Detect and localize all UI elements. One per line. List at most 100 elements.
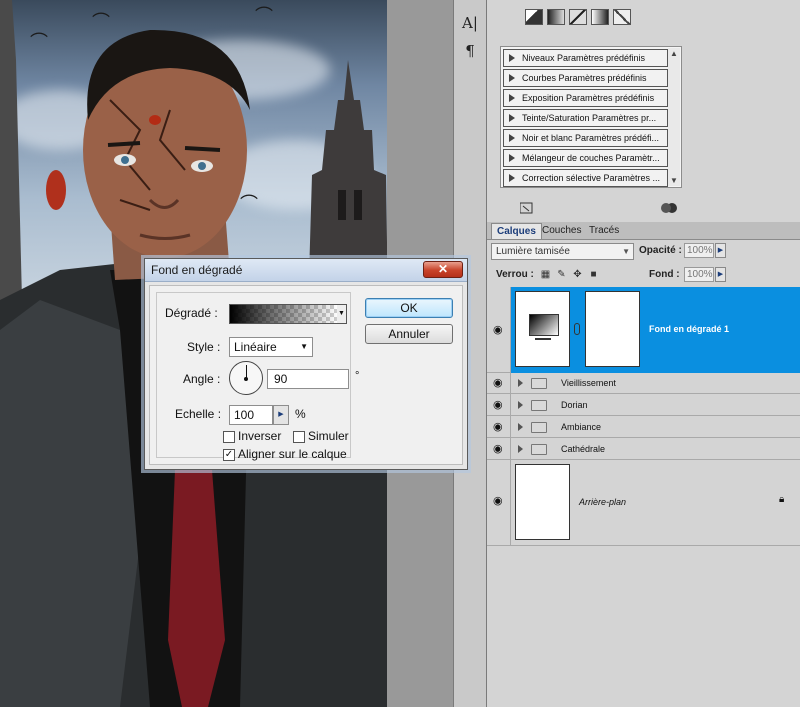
scale-label: Echelle : (175, 407, 222, 421)
layer-name: Fond en dégradé 1 (649, 324, 730, 334)
lock-icon: 🔒︎ (779, 494, 785, 505)
scroll-up-icon[interactable]: ▲ (670, 49, 678, 58)
arrow-icon (522, 205, 530, 212)
gradient-map-icon[interactable] (591, 9, 609, 25)
opacity-label: Opacité : (639, 245, 682, 256)
expand-arrow-icon[interactable] (518, 423, 523, 431)
gradient-fill-thumbnail (515, 291, 570, 367)
gradient-swatch[interactable] (229, 304, 339, 324)
opacity-input[interactable]: 100% (684, 243, 714, 258)
layer-name: Cathédrale (561, 444, 606, 454)
lock-all-icon[interactable]: ■ (588, 269, 599, 280)
gradient-icon (529, 314, 559, 336)
preset-item[interactable]: Correction sélective Paramètres ... (503, 169, 668, 187)
preset-label: Exposition Paramètres prédéfinis (522, 93, 655, 103)
folder-icon (531, 444, 547, 455)
angle-dial[interactable] (229, 361, 263, 395)
layer-name: Arrière-plan (579, 497, 627, 507)
tab-layers[interactable]: Calques (491, 223, 542, 239)
angle-center (244, 377, 248, 381)
expand-arrow-icon[interactable] (518, 401, 523, 409)
folder-icon (531, 378, 547, 389)
levels-icon[interactable] (547, 9, 565, 25)
dialog-body: Dégradé : ▼ Style : Linéaire ▼ Angle : 9… (149, 285, 463, 465)
eye-icon[interactable]: ◉ (493, 324, 507, 336)
scale-input[interactable]: 100 (229, 405, 273, 425)
expand-arrow-icon (509, 114, 515, 122)
panel-footer-icons-graphic (519, 202, 677, 214)
expand-arrow-icon[interactable] (518, 379, 523, 387)
panel-footer-icons (519, 202, 680, 219)
preset-item[interactable]: Niveaux Paramètres prédéfinis (503, 49, 668, 67)
eye-icon[interactable]: ◉ (493, 399, 507, 411)
lock-position-icon[interactable]: ✥ (572, 269, 583, 280)
angle-input[interactable]: 90 (267, 369, 349, 389)
preset-label: Courbes Paramètres prédéfinis (522, 73, 647, 83)
layer-row-group[interactable]: ◉ Dorian (487, 394, 800, 416)
layer-row-gradient-fill[interactable]: ◉ Fond en dégradé 1 (487, 287, 800, 373)
fill-label: Fond : (649, 269, 680, 280)
folder-icon (531, 422, 547, 433)
selective-color-icon[interactable] (613, 9, 631, 25)
invert-checkbox[interactable] (223, 431, 235, 443)
tab-channels[interactable]: Couches (537, 223, 586, 238)
layer-row-background[interactable]: ◉ Arrière-plan 🔒︎ (487, 460, 800, 546)
preset-item[interactable]: Exposition Paramètres prédéfinis (503, 89, 668, 107)
tab-paths[interactable]: Tracés (584, 223, 624, 238)
presets-scrollbar[interactable]: ▲ ▼ (668, 48, 680, 186)
eye-icon[interactable]: ◉ (493, 421, 507, 433)
adjustment-presets-list[interactable]: Niveaux Paramètres prédéfinis Courbes Pa… (500, 46, 682, 188)
angle-unit: ° (355, 370, 360, 382)
folder-icon (531, 400, 547, 411)
character-panel-icon[interactable]: A| (458, 12, 482, 34)
paragraph-panel-icon[interactable]: ¶ (458, 40, 482, 62)
preset-label: Niveaux Paramètres prédéfinis (522, 53, 646, 63)
dither-checkbox[interactable] (293, 431, 305, 443)
bird-icon: ⌒ (240, 194, 258, 215)
preset-item[interactable]: Noir et blanc Paramètres prédéfi... (503, 129, 668, 147)
curves-icon[interactable] (569, 9, 587, 25)
align-with-layer-label: Aligner sur le calque (238, 447, 347, 461)
blend-mode-select[interactable]: Lumière tamisée ▼ (491, 243, 634, 260)
scale-slider-button[interactable]: ▶ (273, 405, 289, 425)
bird-icon: ⌒ (255, 6, 273, 27)
bird-icon: ⌒ (92, 12, 110, 33)
eye-icon[interactable]: ◉ (493, 377, 507, 389)
dialog-title: Fond en dégradé (151, 263, 243, 277)
preset-item[interactable]: Teinte/Saturation Paramètres pr... (503, 109, 668, 127)
layer-row-group[interactable]: ◉ Vieillissement (487, 373, 800, 394)
fill-slider-button[interactable]: ▶ (715, 267, 726, 282)
eye-icon[interactable]: ◉ (493, 443, 507, 455)
close-button[interactable]: ✕ (423, 261, 463, 278)
eye-icon[interactable]: ◉ (493, 495, 507, 507)
preset-item[interactable]: Mélangeur de couches Paramètr... (503, 149, 668, 167)
scale-unit: % (295, 407, 306, 421)
lock-transparency-icon[interactable]: ▦ (540, 269, 551, 280)
dither-label: Simuler (308, 429, 349, 443)
fill-input[interactable]: 100% (684, 267, 714, 282)
layer-row-group[interactable]: ◉ Ambiance (487, 416, 800, 438)
align-with-layer-checkbox[interactable]: ✓ (223, 449, 235, 461)
gradient-label: Dégradé : (165, 306, 218, 320)
preset-item[interactable]: Courbes Paramètres prédéfinis (503, 69, 668, 87)
layer-name: Dorian (561, 400, 588, 410)
dialog-titlebar[interactable]: Fond en dégradé ✕ (145, 259, 467, 282)
opacity-slider-button[interactable]: ▶ (715, 243, 726, 258)
style-label: Style : (187, 340, 221, 354)
preset-label: Mélangeur de couches Paramètr... (522, 153, 660, 163)
preset-label: Noir et blanc Paramètres prédéfi... (522, 133, 660, 143)
brightness-contrast-icon[interactable] (525, 9, 543, 25)
layer-mask-thumbnail[interactable] (585, 291, 640, 367)
preset-label: Correction sélective Paramètres ... (522, 173, 661, 183)
ok-button[interactable]: OK (365, 298, 453, 318)
style-select[interactable]: Linéaire ▼ (229, 337, 313, 357)
scroll-down-icon[interactable]: ▼ (670, 176, 678, 185)
cancel-button[interactable]: Annuler (365, 324, 453, 344)
layer-row-group[interactable]: ◉ Cathédrale (487, 438, 800, 460)
lock-image-icon[interactable]: ✎ (556, 269, 567, 280)
link-icon[interactable] (574, 323, 580, 335)
chevron-down-icon[interactable]: ▼ (337, 304, 347, 324)
expand-arrow-icon[interactable] (518, 445, 523, 453)
expand-arrow-icon (509, 94, 515, 102)
style-value: Linéaire (234, 340, 277, 354)
